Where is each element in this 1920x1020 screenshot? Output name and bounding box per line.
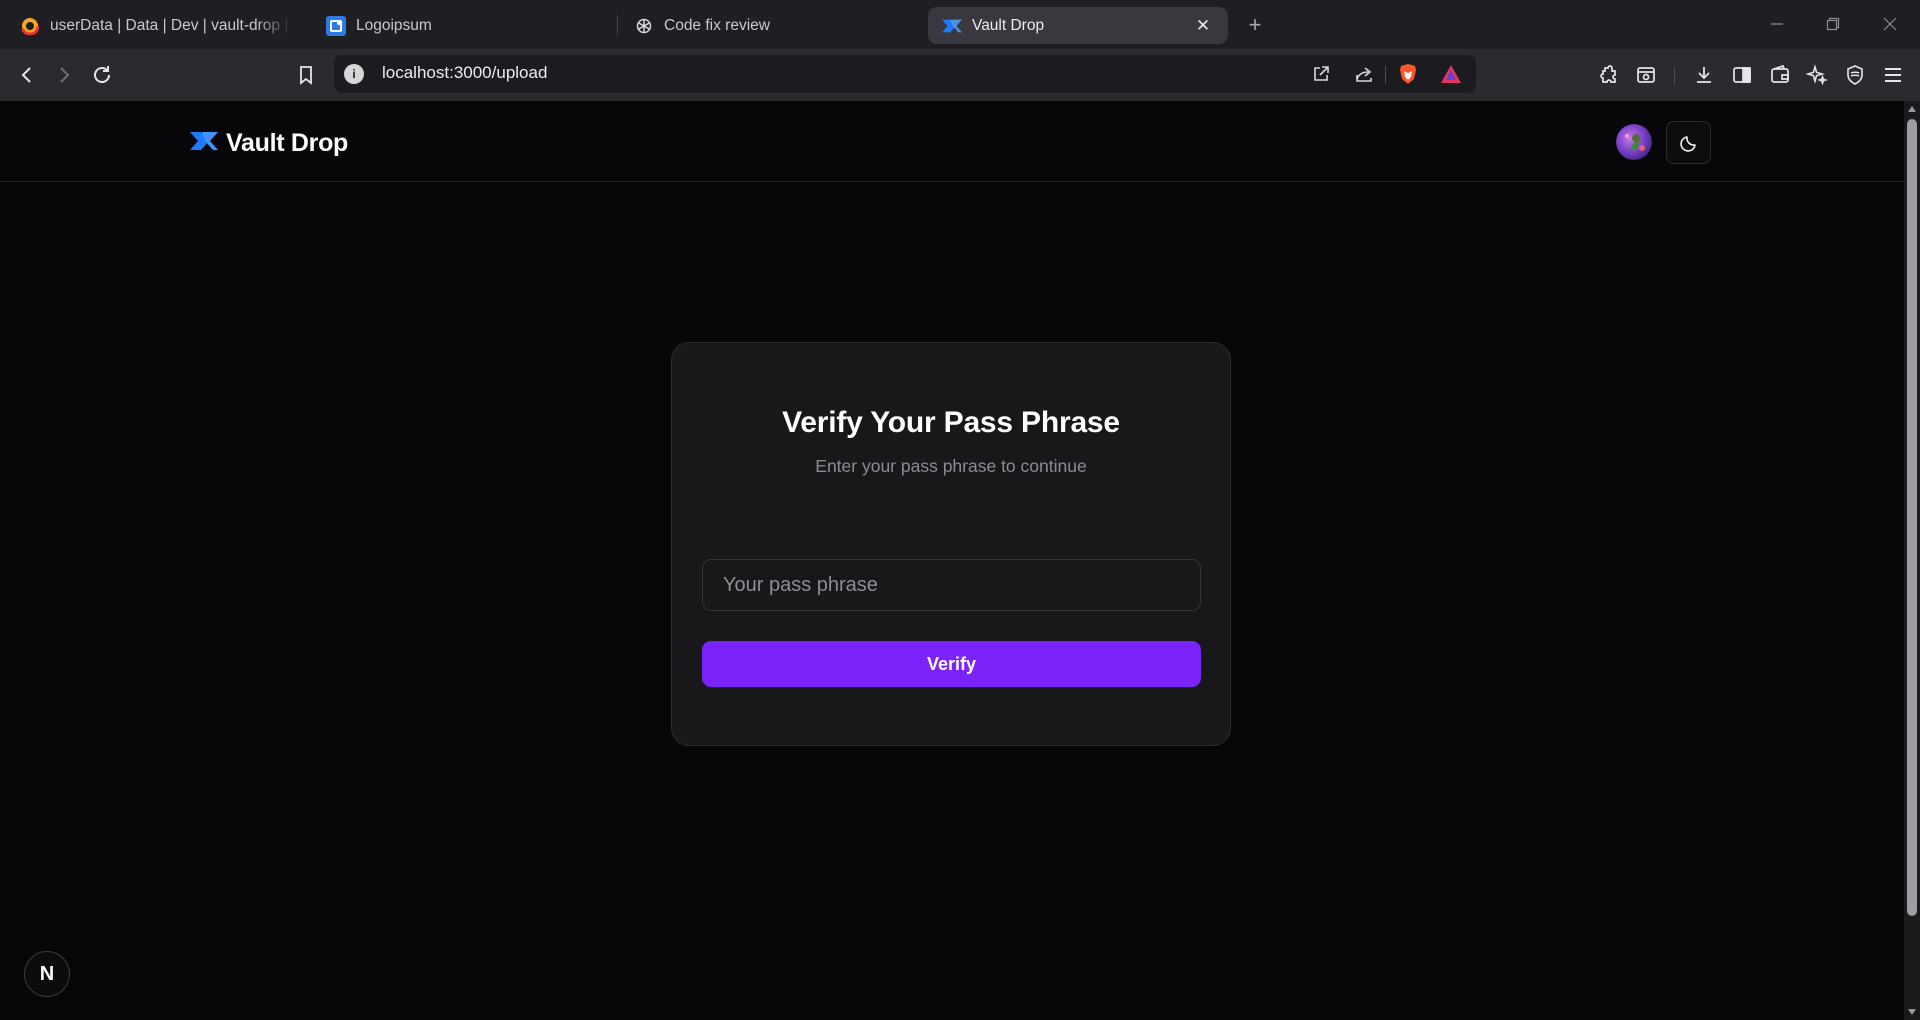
scrollbar[interactable] [1904, 101, 1920, 1020]
close-tab-icon[interactable]: ✕ [1192, 15, 1214, 37]
menu-icon[interactable] [1876, 59, 1910, 91]
back-icon[interactable] [10, 59, 44, 91]
tab-title: Logoipsum [356, 16, 432, 34]
verify-button[interactable]: Verify [702, 641, 1201, 687]
address-bar[interactable]: i localhost:3000/upload [334, 55, 1476, 93]
verify-card: Verify Your Pass Phrase Enter your pass … [671, 342, 1231, 746]
brave-shields-icon[interactable] [1395, 62, 1421, 86]
tab-userdata[interactable]: userData | Data | Dev | vault-drop | Cl [6, 7, 306, 44]
moon-icon [1679, 135, 1696, 152]
brand-name: Vault Drop [226, 129, 349, 157]
tab-code-fix-review[interactable]: Code fix review [620, 7, 920, 44]
vault-drop-logo-icon [190, 132, 218, 155]
browser-toolbar: i localhost:3000/upload [0, 49, 1920, 101]
restore-icon[interactable] [1815, 9, 1851, 39]
tab-vault-drop[interactable]: Vault Drop ✕ [928, 7, 1228, 44]
tab-title: Code fix review [664, 16, 770, 34]
extensions-icon[interactable] [1591, 59, 1625, 91]
theme-toggle-button[interactable] [1666, 121, 1711, 164]
verify-subtitle: Enter your pass phrase to continue [815, 456, 1087, 476]
reader-mode-icon[interactable] [1629, 59, 1663, 91]
scroll-down-icon[interactable] [1908, 1009, 1916, 1015]
vpn-shield-icon[interactable] [1838, 59, 1872, 91]
avatar[interactable] [1616, 124, 1652, 160]
scroll-up-icon[interactable] [1908, 106, 1916, 112]
forward-icon[interactable] [47, 59, 81, 91]
tab-logoipsum[interactable]: Logoipsum [312, 7, 612, 44]
openai-icon [634, 16, 654, 36]
wallet-icon[interactable] [1763, 59, 1797, 91]
page-viewport: Vault Drop Verify Your Pass Phrase Enter… [0, 101, 1904, 1020]
nextjs-dev-indicator[interactable]: N [24, 951, 70, 997]
downloads-icon[interactable] [1687, 59, 1721, 91]
new-tab-button[interactable]: + [1241, 12, 1269, 38]
tab-title: userData | Data | Dev | vault-drop | Cl [50, 16, 292, 34]
site-header: Vault Drop [0, 101, 1904, 182]
brand-logo[interactable]: Vault Drop [190, 129, 348, 158]
firebase-icon [20, 16, 40, 36]
verify-title: Verify Your Pass Phrase [782, 406, 1120, 439]
pass-phrase-input[interactable] [702, 559, 1201, 611]
open-external-icon[interactable] [1308, 62, 1334, 86]
scroll-thumb[interactable] [1907, 119, 1917, 916]
leo-ai-icon[interactable] [1800, 59, 1834, 91]
reload-icon[interactable] [85, 59, 119, 91]
vault-drop-icon [942, 16, 962, 36]
tab-title: Vault Drop [972, 16, 1045, 34]
sidebar-icon[interactable] [1725, 59, 1759, 91]
browser-tab-strip: userData | Data | Dev | vault-drop | Cl … [0, 0, 1920, 49]
bookmark-icon[interactable] [289, 59, 323, 91]
site-info-icon[interactable]: i [344, 64, 364, 84]
logoipsum-icon [326, 15, 346, 36]
url-text[interactable]: localhost:3000/upload [382, 63, 547, 83]
brave-rewards-icon[interactable] [1438, 62, 1464, 86]
share-icon[interactable] [1351, 62, 1377, 86]
close-window-icon[interactable] [1872, 9, 1908, 39]
minimize-icon[interactable] [1759, 9, 1795, 39]
